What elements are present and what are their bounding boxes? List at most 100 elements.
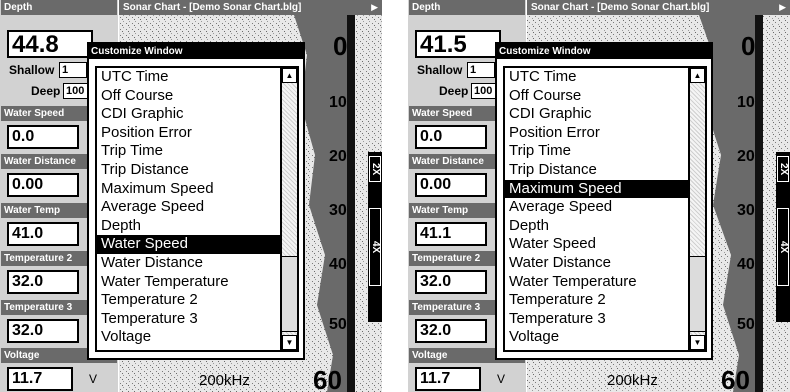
temperature3-value: 32.0 <box>7 319 79 343</box>
depth-scale-bar <box>755 15 763 392</box>
triangle-down-icon[interactable]: ▼ <box>282 335 297 350</box>
depth-label-50: 50 <box>737 316 755 333</box>
list-item[interactable]: UTC Time <box>505 68 690 87</box>
triangle-right-icon[interactable]: ▶ <box>779 0 786 15</box>
triangle-down-icon[interactable]: ▼ <box>690 335 705 350</box>
scroll-thumb[interactable] <box>282 256 297 332</box>
depth-label-20: 20 <box>329 148 347 165</box>
dialog-title: Customize Window <box>89 44 303 59</box>
water-speed-value: 0.0 <box>415 125 487 149</box>
depth-title: Depth <box>409 0 525 15</box>
zoom-2x[interactable]: 2X <box>777 156 789 182</box>
customize-window-dialog: Customize Window UTC Time Off Course CDI G… <box>87 42 305 360</box>
depth-scale-bar <box>347 15 355 392</box>
scrollbar[interactable]: ▲ ▼ <box>280 68 297 350</box>
shallow-label: Shallow <box>417 63 463 77</box>
triangle-up-icon[interactable]: ▲ <box>282 68 297 83</box>
frequency-label: 200kHz <box>607 372 658 389</box>
option-list: UTC Time Off Course CDI Graphic Position Er… <box>505 68 690 347</box>
temperature3-value: 32.0 <box>415 319 487 343</box>
sonar-screen-left: Depth 44.8 Shallow 1 Deep 10 0 Water Spee… <box>0 0 382 392</box>
depth-label-30: 30 <box>329 202 347 219</box>
water-distance-value: 0.00 <box>7 173 79 197</box>
depth-label-40: 40 <box>737 256 755 273</box>
list-item[interactable]: Voltage <box>505 328 690 347</box>
list-item[interactable]: Water Distance <box>505 254 690 273</box>
depth-value: 44.8 <box>7 30 93 58</box>
list-item[interactable]: Trip Distance <box>505 161 690 180</box>
voltage-unit: V <box>89 372 98 386</box>
depth-label-50: 50 <box>329 316 347 333</box>
list-item[interactable]: Temperature 3 <box>505 310 690 329</box>
sonar-screen-right: Depth 41.5 Shallow 1 Deep 10 0 Water Spee… <box>408 0 790 392</box>
water-speed-value: 0.0 <box>7 125 79 149</box>
chart-title: Sonar Chart - [Demo Sonar Chart.blg] <box>527 0 790 15</box>
option-list: UTC Time Off Course CDI Graphic Position Er… <box>97 68 282 347</box>
list-item[interactable]: Off Course <box>505 87 690 106</box>
list-item[interactable]: CDI Graphic <box>97 105 282 124</box>
zoom-2x[interactable]: 2X <box>369 156 381 182</box>
depth-label-0: 0 <box>741 31 755 61</box>
water-temp-value: 41.1 <box>415 222 487 246</box>
list-item[interactable]: Water Speed <box>505 235 690 254</box>
shallow-value: 1 <box>467 62 495 78</box>
triangle-up-icon[interactable]: ▲ <box>690 68 705 83</box>
list-item[interactable]: Temperature 2 <box>505 291 690 310</box>
depth-label-10: 10 <box>329 94 347 111</box>
list-item[interactable]: Water Temperature <box>505 273 690 292</box>
water-temp-value: 41.0 <box>7 222 79 246</box>
temperature2-value: 32.0 <box>415 270 487 294</box>
temperature2-value: 32.0 <box>7 270 79 294</box>
list-item[interactable]: Trip Distance <box>97 161 282 180</box>
list-item[interactable]: Position Error <box>505 124 690 143</box>
list-item[interactable]: Depth <box>505 217 690 236</box>
list-item[interactable]: Trip Time <box>505 142 690 161</box>
shallow-value: 1 <box>59 62 87 78</box>
shallow-label: Shallow <box>9 63 55 77</box>
list-item[interactable]: Average Speed <box>97 198 282 217</box>
deep-label: Deep <box>439 84 469 98</box>
list-item[interactable]: Water Distance <box>97 254 282 273</box>
list-item[interactable]: Depth <box>97 217 282 236</box>
voltage-value: 11.7 <box>7 367 73 391</box>
list-item[interactable]: Temperature 3 <box>97 310 282 329</box>
depth-value: 41.5 <box>415 30 501 58</box>
customize-window-dialog: Customize Window UTC Time Off Course CDI G… <box>495 42 713 360</box>
depth-label-60: 60 <box>721 365 750 392</box>
list-item[interactable]: Voltage <box>97 328 282 347</box>
list-item[interactable]: Temperature 2 <box>97 291 282 310</box>
list-item[interactable]: Water Temperature <box>97 273 282 292</box>
scroll-thumb[interactable] <box>690 256 705 332</box>
option-list-frame: UTC Time Off Course CDI Graphic Position Er… <box>503 66 707 352</box>
zoom-bar[interactable]: 2X 4X <box>368 152 382 322</box>
depth-label-30: 30 <box>737 202 755 219</box>
deep-label: Deep <box>31 84 61 98</box>
list-item[interactable]: Maximum Speed <box>97 180 282 199</box>
chart-title: Sonar Chart - [Demo Sonar Chart.blg] <box>119 0 382 15</box>
dialog-title: Customize Window <box>497 44 711 59</box>
depth-label-20: 20 <box>737 148 755 165</box>
depth-title: Depth <box>1 0 117 15</box>
depth-label-60: 60 <box>313 365 342 392</box>
voltage-unit: V <box>497 372 506 386</box>
list-item[interactable]: Off Course <box>97 87 282 106</box>
list-item[interactable]: Average Speed <box>505 198 690 217</box>
list-item[interactable]: CDI Graphic <box>505 105 690 124</box>
water-distance-value: 0.00 <box>415 173 487 197</box>
voltage-value: 11.7 <box>415 367 481 391</box>
depth-label-10: 10 <box>737 94 755 111</box>
scrollbar[interactable]: ▲ ▼ <box>688 68 705 350</box>
zoom-4x[interactable]: 4X <box>777 208 789 286</box>
zoom-bar[interactable]: 2X 4X <box>776 152 790 322</box>
zoom-4x[interactable]: 4X <box>369 208 381 286</box>
list-item[interactable]: Water Speed <box>97 235 282 254</box>
list-item[interactable]: Position Error <box>97 124 282 143</box>
option-list-frame: UTC Time Off Course CDI Graphic Position Er… <box>95 66 299 352</box>
frequency-label: 200kHz <box>199 372 250 389</box>
list-item[interactable]: Maximum Speed <box>505 179 690 199</box>
triangle-right-icon[interactable]: ▶ <box>371 0 378 15</box>
list-item[interactable]: UTC Time <box>97 68 282 87</box>
depth-label-40: 40 <box>329 256 347 273</box>
list-item[interactable]: Trip Time <box>97 142 282 161</box>
depth-label-0: 0 <box>333 31 347 61</box>
